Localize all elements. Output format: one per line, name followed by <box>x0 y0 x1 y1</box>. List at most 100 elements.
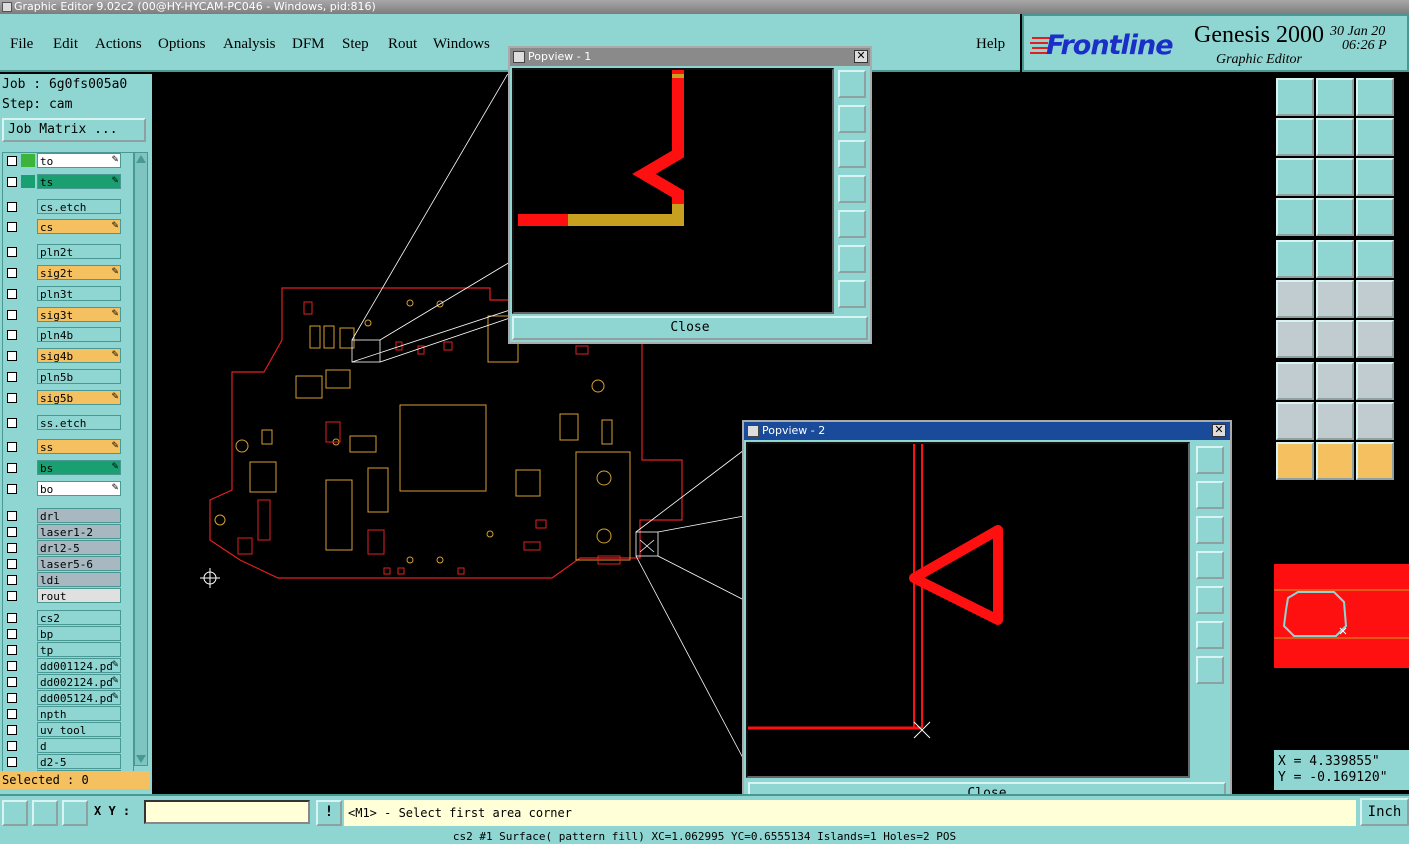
arc-blue-icon[interactable] <box>1356 320 1394 358</box>
layer-row[interactable]: tp <box>3 641 133 657</box>
layer-color-swatch[interactable] <box>21 154 35 167</box>
menu-windows[interactable]: Windows <box>433 36 490 53</box>
window-menu-icon[interactable] <box>747 425 759 437</box>
layer-checkbox[interactable] <box>7 247 17 258</box>
layer-name[interactable]: pln3t <box>37 285 121 301</box>
measure-tool-icon[interactable] <box>1276 198 1314 236</box>
mini-map[interactable] <box>1274 486 1409 746</box>
house-icon[interactable] <box>1356 78 1394 116</box>
layer-checkbox[interactable] <box>7 510 17 521</box>
menu-dfm[interactable]: DFM <box>292 36 325 53</box>
layer-name[interactable]: sig4b <box>37 348 121 364</box>
layer-name[interactable]: bs <box>37 460 121 476</box>
layer-checkbox[interactable] <box>7 176 17 187</box>
pan-up-button[interactable] <box>838 105 866 133</box>
line-add-icon[interactable] <box>1316 240 1354 278</box>
layer-checkbox[interactable] <box>7 442 17 453</box>
layer-row[interactable]: rout <box>3 587 133 603</box>
layer-name[interactable]: d2-5 <box>37 753 121 769</box>
layer-name[interactable]: drl2-5 <box>37 539 121 555</box>
layer-row[interactable]: laser1-2 <box>3 523 133 539</box>
layer-row[interactable]: dd005124.pd ✎ <box>3 689 133 705</box>
pan-up-button[interactable] <box>1196 481 1224 509</box>
popview-2-close-x-icon[interactable]: ✕ <box>1212 424 1226 437</box>
layer-color-swatch[interactable] <box>21 541 35 554</box>
grid-icon[interactable] <box>62 800 88 826</box>
menu-help[interactable]: Help <box>976 36 1005 53</box>
layer-row[interactable]: pln2t <box>3 244 133 260</box>
dash-icon[interactable] <box>1316 362 1354 400</box>
select-box-icon[interactable] <box>1316 442 1354 480</box>
layer-row[interactable]: cs.etch <box>3 198 133 214</box>
layer-color-swatch[interactable] <box>21 200 35 213</box>
layer-color-swatch[interactable] <box>21 440 35 453</box>
layer-checkbox[interactable] <box>7 330 17 341</box>
layer-color-swatch[interactable] <box>21 245 35 258</box>
popview-1-close-button[interactable]: Close <box>512 316 868 340</box>
layer-name[interactable]: sig2t <box>37 265 121 280</box>
layer-checkbox[interactable] <box>7 590 17 601</box>
pan-left-button[interactable] <box>838 175 866 203</box>
layer-name[interactable]: cs.etch <box>37 198 121 214</box>
snap-icon[interactable] <box>2 800 28 826</box>
layer-row[interactable]: sig5b ✎ <box>3 389 133 405</box>
fit-window-icon[interactable] <box>1316 158 1354 196</box>
zoom-in-button[interactable] <box>1196 621 1224 649</box>
layer-color-swatch[interactable] <box>21 707 35 720</box>
job-matrix-button[interactable]: Job Matrix ... <box>2 118 146 142</box>
layer-checkbox[interactable] <box>7 708 17 719</box>
layer-row[interactable]: drl <box>3 507 133 523</box>
layer-checkbox[interactable] <box>7 526 17 537</box>
menu-edit[interactable]: Edit <box>53 36 78 53</box>
layer-name[interactable]: npth <box>37 705 121 721</box>
zoom-home-icon[interactable] <box>1316 78 1354 116</box>
layer-color-swatch[interactable] <box>21 509 35 522</box>
layer-name[interactable]: bp <box>37 625 121 641</box>
units-button[interactable]: Inch <box>1360 798 1409 826</box>
layer-color-swatch[interactable] <box>21 525 35 538</box>
menu-actions[interactable]: Actions <box>95 36 142 53</box>
scroll-down-icon[interactable] <box>135 753 147 765</box>
layer-row[interactable]: cs ✎ <box>3 219 133 235</box>
pad-add-icon[interactable] <box>1276 240 1314 278</box>
measure-icon[interactable] <box>32 800 58 826</box>
layer-row[interactable]: pln3t <box>3 285 133 301</box>
layer-name[interactable]: dd005124.pd <box>37 689 121 705</box>
pan-down-button[interactable] <box>838 140 866 168</box>
triangle-outline-icon[interactable] <box>1276 402 1314 440</box>
layer-color-swatch[interactable] <box>21 349 35 362</box>
layer-row[interactable]: cs2 <box>3 609 133 625</box>
zoom-out-button[interactable] <box>1196 656 1224 684</box>
pan-right-button[interactable] <box>1196 586 1224 614</box>
layer-row[interactable]: d <box>3 737 133 753</box>
layer-checkbox[interactable] <box>7 484 17 494</box>
layer-row[interactable]: ss ✎ <box>3 439 133 455</box>
layer-color-swatch[interactable] <box>21 220 35 233</box>
layer-color-swatch[interactable] <box>21 557 35 570</box>
layer-name[interactable]: bo <box>37 481 121 496</box>
dimension-icon[interactable] <box>1356 362 1394 400</box>
layer-name[interactable]: tp <box>37 641 121 657</box>
fit-all-icon[interactable] <box>1276 158 1314 196</box>
scale-1-2-icon[interactable] <box>1356 158 1394 196</box>
popview-2-titlebar[interactable]: Popview - 2 <box>744 422 1230 440</box>
layer-color-swatch[interactable] <box>21 755 35 768</box>
layer-color-swatch[interactable] <box>21 287 35 300</box>
triangle-a-icon[interactable] <box>1356 402 1394 440</box>
layer-row[interactable]: npth <box>3 705 133 721</box>
layer-row[interactable]: pln4b <box>3 327 133 343</box>
layer-color-swatch[interactable] <box>21 328 35 341</box>
layer-row[interactable]: sig2t ✎ <box>3 265 133 280</box>
popview-1-titlebar[interactable]: Popview - 1 <box>510 48 870 66</box>
layer-row[interactable]: ts ✎ <box>3 173 133 189</box>
layer-color-swatch[interactable] <box>21 739 35 752</box>
layer-row[interactable]: bo ✎ <box>3 481 133 496</box>
popview-2-view[interactable] <box>746 442 1190 778</box>
layer-color-swatch[interactable] <box>21 643 35 656</box>
layer-color-swatch[interactable] <box>21 370 35 383</box>
line-red-icon[interactable] <box>1276 320 1314 358</box>
popview-1-close-x-icon[interactable]: ✕ <box>854 50 868 63</box>
layer-color-swatch[interactable] <box>21 627 35 640</box>
layer-checkbox[interactable] <box>7 417 17 428</box>
layer-checkbox[interactable] <box>7 372 17 382</box>
